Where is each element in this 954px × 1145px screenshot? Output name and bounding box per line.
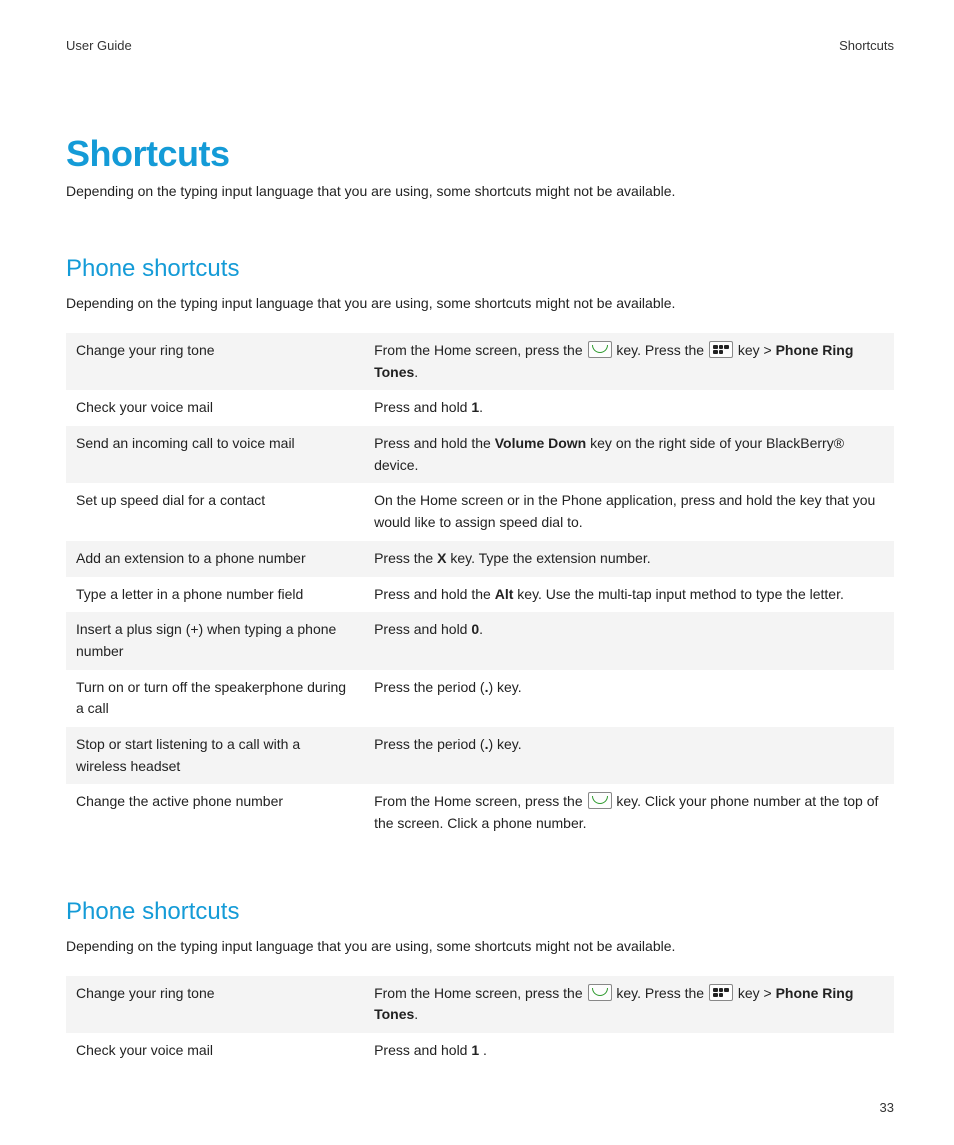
section-heading: Phone shortcuts <box>66 898 894 926</box>
bold-text: . <box>485 736 489 752</box>
shortcut-description: From the Home screen, press the key. Cli… <box>364 784 894 841</box>
shortcut-action: Type a letter in a phone number field <box>66 577 364 613</box>
table-row: Turn on or turn off the speakerphone dur… <box>66 670 894 727</box>
table-row: Type a letter in a phone number fieldPre… <box>66 577 894 613</box>
bold-text: 1 <box>471 399 479 415</box>
bold-text: Volume Down <box>495 435 587 451</box>
page-header: User Guide Shortcuts <box>66 38 894 53</box>
table-row: Insert a plus sign (+) when typing a pho… <box>66 612 894 669</box>
section-intro: Depending on the typing input language t… <box>66 938 894 954</box>
bold-text: . <box>485 679 489 695</box>
document-page: User Guide Shortcuts Shortcuts Depending… <box>0 0 954 1145</box>
call-key-icon <box>588 341 612 358</box>
table-row: Add an extension to a phone numberPress … <box>66 541 894 577</box>
shortcut-action: Check your voice mail <box>66 1033 364 1069</box>
bold-text: Phone Ring Tones <box>374 985 853 1023</box>
section-heading: Phone shortcuts <box>66 255 894 283</box>
shortcut-description: Press and hold the Volume Down key on th… <box>364 426 894 483</box>
bold-text: X <box>437 550 446 566</box>
shortcuts-table: Change your ring toneFrom the Home scree… <box>66 333 894 842</box>
shortcut-description: Press and hold 0. <box>364 612 894 669</box>
shortcut-description: Press the X key. Type the extension numb… <box>364 541 894 577</box>
shortcut-description: On the Home screen or in the Phone appli… <box>364 483 894 540</box>
bold-text: 1 <box>471 1042 479 1058</box>
shortcut-description: Press the period (.) key. <box>364 727 894 784</box>
table-row: Change your ring toneFrom the Home scree… <box>66 976 894 1033</box>
bold-text: Alt <box>495 586 514 602</box>
header-right: Shortcuts <box>839 38 894 53</box>
shortcut-action: Change your ring tone <box>66 333 364 390</box>
shortcut-action: Add an extension to a phone number <box>66 541 364 577</box>
table-row: Change the active phone numberFrom the H… <box>66 784 894 841</box>
shortcut-action: Change your ring tone <box>66 976 364 1033</box>
shortcut-action: Stop or start listening to a call with a… <box>66 727 364 784</box>
table-row: Change your ring toneFrom the Home scree… <box>66 333 894 390</box>
table-row: Stop or start listening to a call with a… <box>66 727 894 784</box>
shortcut-action: Check your voice mail <box>66 390 364 426</box>
table-row: Set up speed dial for a contactOn the Ho… <box>66 483 894 540</box>
section-intro: Depending on the typing input language t… <box>66 295 894 311</box>
table-row: Check your voice mailPress and hold 1 . <box>66 1033 894 1069</box>
call-key-icon <box>588 792 612 809</box>
call-key-icon <box>588 984 612 1001</box>
menu-key-icon <box>709 341 733 358</box>
page-number: 33 <box>880 1100 894 1115</box>
header-left: User Guide <box>66 38 132 53</box>
bold-text: Phone Ring Tones <box>374 342 853 380</box>
shortcut-description: Press the period (.) key. <box>364 670 894 727</box>
shortcut-description: Press and hold 1 . <box>364 1033 894 1069</box>
shortcut-description: Press and hold the Alt key. Use the mult… <box>364 577 894 613</box>
shortcut-action: Change the active phone number <box>66 784 364 841</box>
shortcut-action: Insert a plus sign (+) when typing a pho… <box>66 612 364 669</box>
page-intro: Depending on the typing input language t… <box>66 183 894 199</box>
shortcut-action: Turn on or turn off the speakerphone dur… <box>66 670 364 727</box>
shortcut-action: Send an incoming call to voice mail <box>66 426 364 483</box>
menu-key-icon <box>709 984 733 1001</box>
shortcut-description: From the Home screen, press the key. Pre… <box>364 976 894 1033</box>
shortcut-description: From the Home screen, press the key. Pre… <box>364 333 894 390</box>
bold-text: 0 <box>471 621 479 637</box>
table-row: Check your voice mailPress and hold 1. <box>66 390 894 426</box>
table-row: Send an incoming call to voice mailPress… <box>66 426 894 483</box>
shortcut-description: Press and hold 1. <box>364 390 894 426</box>
shortcut-action: Set up speed dial for a contact <box>66 483 364 540</box>
shortcuts-table: Change your ring toneFrom the Home scree… <box>66 976 894 1069</box>
page-title: Shortcuts <box>66 133 894 175</box>
